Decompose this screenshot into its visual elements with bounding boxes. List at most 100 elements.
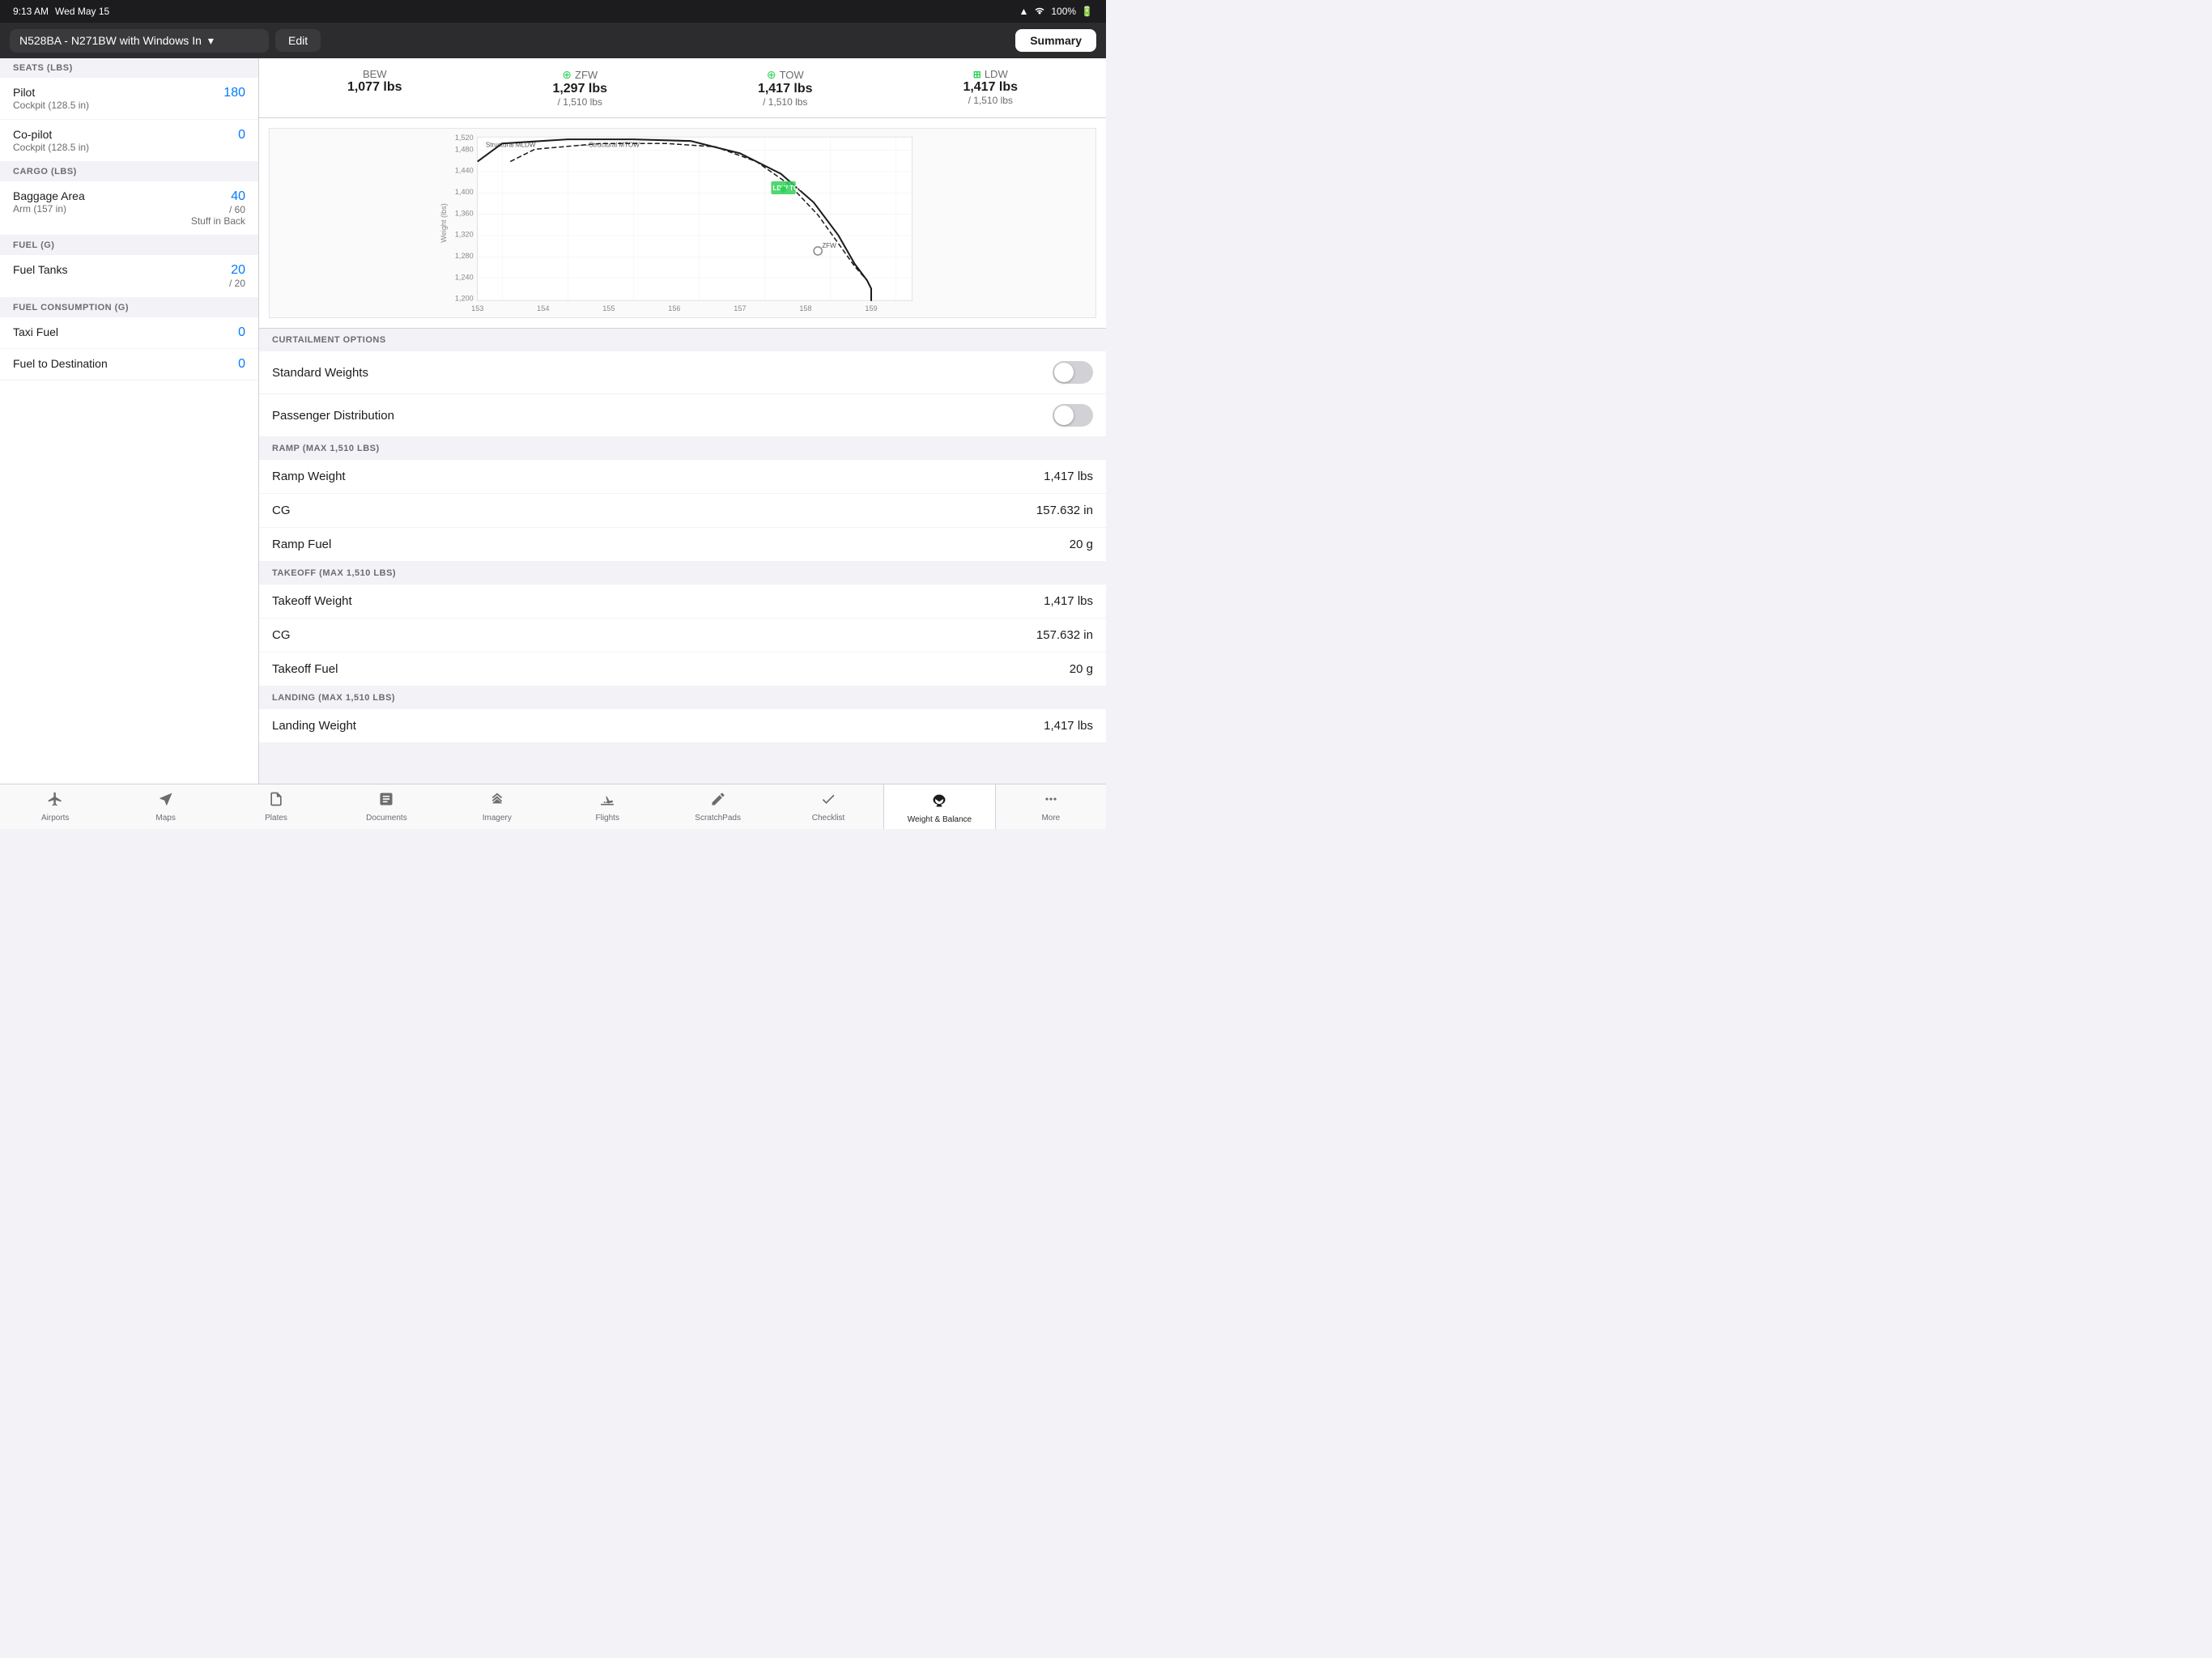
tow-label: ⊕ TOW	[683, 68, 888, 82]
passenger-dist-toggle[interactable]	[1053, 404, 1093, 427]
ramp-cg-label: CG	[272, 504, 291, 517]
ldw-col: ⊞ LDW 1,417 lbs / 1,510 lbs	[888, 68, 1094, 108]
baggage-limit: / 60	[191, 204, 245, 215]
svg-text:154: 154	[537, 304, 549, 312]
landing-weight-value: 1,417 lbs	[1044, 719, 1093, 733]
taxi-fuel-item[interactable]: Taxi Fuel 0	[0, 317, 258, 349]
svg-text:1,240: 1,240	[455, 273, 474, 281]
landing-weight-row: Landing Weight 1,417 lbs	[259, 709, 1106, 743]
taxi-fuel-label: Taxi Fuel	[13, 325, 58, 338]
standard-weights-label: Standard Weights	[272, 366, 368, 380]
ldw-limit: / 1,510 lbs	[888, 95, 1094, 106]
status-bar-right: ▲ 100% 🔋	[1019, 6, 1093, 18]
svg-text:1,520: 1,520	[455, 134, 474, 142]
takeoff-fuel-label: Takeoff Fuel	[272, 662, 338, 676]
ramp-fuel-value: 20 g	[1070, 538, 1093, 551]
flights-icon	[599, 791, 615, 812]
fuel-tanks-label: Fuel Tanks	[13, 263, 67, 276]
passenger-dist-row[interactable]: Passenger Distribution	[259, 394, 1106, 437]
svg-text:Weight (lbs): Weight (lbs)	[440, 203, 448, 242]
tab-airports[interactable]: Airports	[0, 784, 110, 829]
seats-header: SEATS (LBS)	[0, 58, 258, 78]
maps-label: Maps	[155, 814, 175, 823]
svg-text:158: 158	[799, 304, 811, 312]
tab-scratchpads[interactable]: ScratchPads	[662, 784, 772, 829]
takeoff-weight-row: Takeoff Weight 1,417 lbs	[259, 585, 1106, 619]
standard-weights-toggle[interactable]	[1053, 361, 1093, 384]
svg-text:159: 159	[865, 304, 877, 312]
tab-plates[interactable]: Plates	[221, 784, 331, 829]
aircraft-selector[interactable]: N528BA - N271BW with Windows In ▾	[10, 29, 269, 53]
documents-label: Documents	[366, 814, 407, 823]
checklist-label: Checklist	[812, 814, 845, 823]
ramp-weight-value: 1,417 lbs	[1044, 470, 1093, 483]
battery-indicator: 🔋	[1081, 6, 1093, 17]
ramp-fuel-label: Ramp Fuel	[272, 538, 331, 551]
imagery-icon	[489, 791, 505, 812]
standard-weights-row[interactable]: Standard Weights	[259, 351, 1106, 394]
fuel-header: FUEL (G)	[0, 236, 258, 255]
status-bar-left: 9:13 AM Wed May 15	[13, 6, 109, 17]
svg-text:1,280: 1,280	[455, 252, 474, 260]
dropdown-icon: ▾	[208, 34, 214, 48]
scratchpads-icon	[710, 791, 726, 812]
fuel-tanks-item[interactable]: Fuel Tanks 20 / 20	[0, 255, 258, 298]
takeoff-fuel-value: 20 g	[1070, 662, 1093, 676]
takeoff-cg-label: CG	[272, 628, 291, 642]
zfw-icon: ⊕	[562, 68, 572, 82]
copilot-item[interactable]: Co-pilot Cockpit (128.5 in) 0	[0, 120, 258, 162]
baggage-value: 40	[191, 189, 245, 204]
tab-documents[interactable]: Documents	[331, 784, 441, 829]
ramp-fuel-row: Ramp Fuel 20 g	[259, 528, 1106, 562]
svg-text:156: 156	[668, 304, 680, 312]
takeoff-section-label: TAKEOFF (MAX 1,510 LBS)	[259, 562, 1106, 585]
top-nav: N528BA - N271BW with Windows In ▾ Edit S…	[0, 23, 1106, 58]
tab-checklist[interactable]: Checklist	[773, 784, 883, 829]
tab-weight-balance[interactable]: Weight & Balance	[883, 784, 995, 829]
baggage-sub: Arm (157 in)	[13, 203, 85, 215]
fuel-consumption-header: FUEL CONSUMPTION (G)	[0, 298, 258, 317]
airports-icon	[47, 791, 63, 812]
pilot-value: 180	[223, 86, 245, 100]
pilot-sub: Cockpit (128.5 in)	[13, 100, 89, 111]
svg-text:ZFW: ZFW	[822, 242, 836, 249]
documents-icon	[378, 791, 394, 812]
edit-button[interactable]: Edit	[275, 29, 321, 52]
baggage-item[interactable]: Baggage Area Arm (157 in) 40 / 60 Stuff …	[0, 181, 258, 236]
ldw-icon: ⊞	[973, 69, 981, 80]
tab-maps[interactable]: Maps	[110, 784, 220, 829]
ramp-cg-value: 157.632 in	[1036, 504, 1093, 517]
plates-label: Plates	[265, 814, 287, 823]
tab-imagery[interactable]: Imagery	[442, 784, 552, 829]
bew-value: 1,077 lbs	[272, 80, 478, 95]
pilot-label: Pilot	[13, 86, 89, 99]
takeoff-fuel-row: Takeoff Fuel 20 g	[259, 653, 1106, 687]
cargo-header: CARGO (LBS)	[0, 162, 258, 181]
zfw-limit: / 1,510 lbs	[478, 96, 683, 108]
pilot-item[interactable]: Pilot Cockpit (128.5 in) 180	[0, 78, 258, 120]
tab-flights[interactable]: Flights	[552, 784, 662, 829]
passenger-dist-label: Passenger Distribution	[272, 409, 394, 423]
bew-label: BEW	[272, 68, 478, 80]
tab-more[interactable]: More	[996, 784, 1106, 829]
curtailment-label: CURTAILMENT OPTIONS	[259, 329, 1106, 351]
fuel-destination-label: Fuel to Destination	[13, 357, 108, 370]
landing-section-label: LANDING (MAX 1,510 LBS)	[259, 687, 1106, 709]
takeoff-weight-label: Takeoff Weight	[272, 594, 352, 608]
chart-area: 1,200 1,240 1,280 1,320 1,360 1,400 1,44…	[259, 118, 1106, 329]
imagery-label: Imagery	[483, 814, 512, 823]
tow-limit: / 1,510 lbs	[683, 96, 888, 108]
takeoff-cg-value: 157.632 in	[1036, 628, 1093, 642]
fuel-destination-item[interactable]: Fuel to Destination 0	[0, 349, 258, 380]
takeoff-weight-value: 1,417 lbs	[1044, 594, 1093, 608]
ramp-weight-row: Ramp Weight 1,417 lbs	[259, 460, 1106, 494]
copilot-value: 0	[238, 128, 245, 142]
svg-text:153: 153	[471, 304, 483, 312]
summary-button[interactable]: Summary	[1015, 29, 1096, 52]
svg-text:1,440: 1,440	[455, 167, 474, 175]
tab-bar: Airports Maps Plates Documents Imagery F…	[0, 784, 1106, 829]
zfw-col: ⊕ ZFW 1,297 lbs / 1,510 lbs	[478, 68, 683, 108]
status-bar: 9:13 AM Wed May 15 ▲ 100% 🔋	[0, 0, 1106, 23]
plates-icon	[268, 791, 284, 812]
zfw-label: ⊕ ZFW	[478, 68, 683, 82]
